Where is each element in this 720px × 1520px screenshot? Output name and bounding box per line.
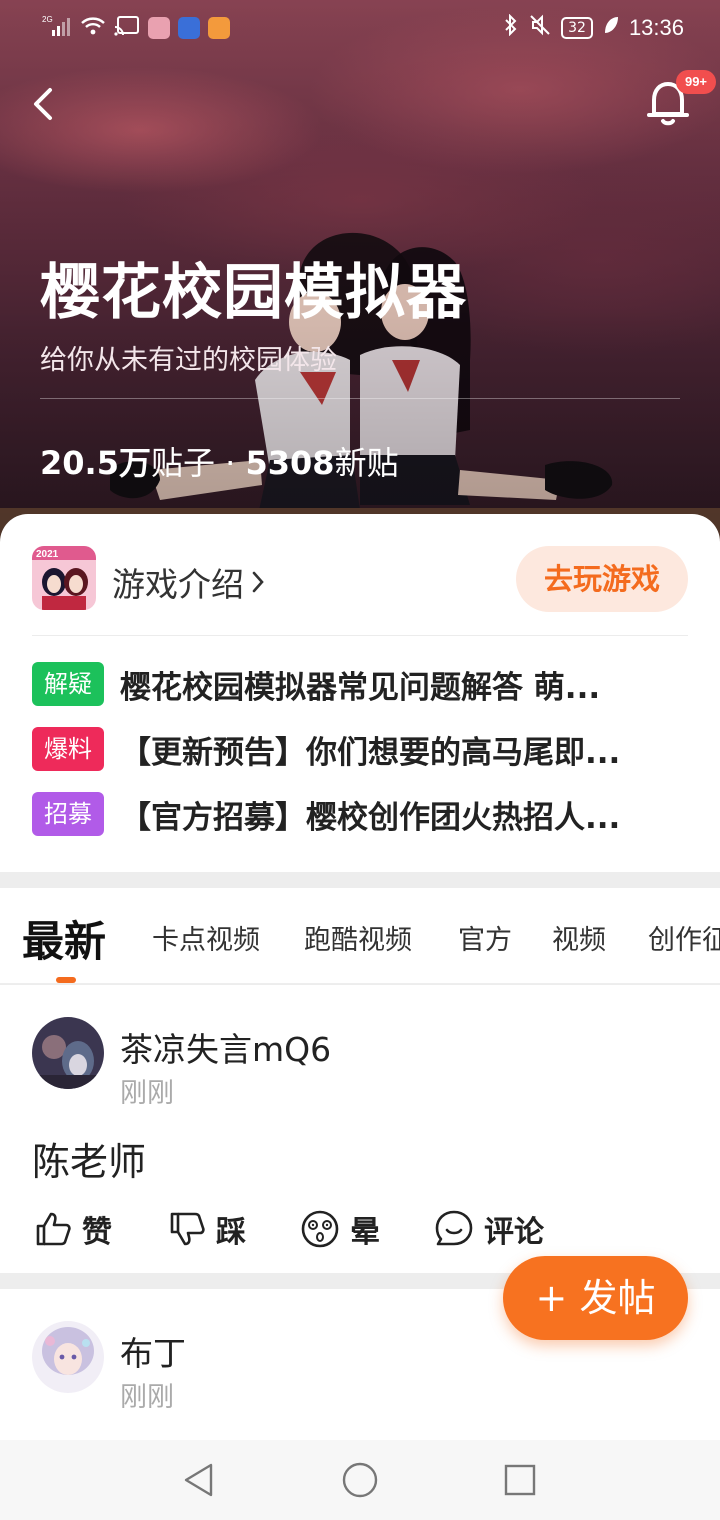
forum-stats: 20.5万贴子 · 5308新贴	[40, 438, 399, 484]
back-button[interactable]	[26, 82, 70, 126]
nav-back-button[interactable]	[180, 1460, 220, 1500]
forum-title: 樱花校园模拟器	[40, 258, 467, 328]
dislike-button[interactable]: 踩	[168, 1207, 246, 1251]
tab-latest[interactable]: 最新	[22, 908, 106, 969]
status-right: 32 13:36	[503, 13, 684, 41]
signal-icon: 2G	[42, 14, 72, 42]
notice-item[interactable]: 招募 【官方招募】樱校创作团火热招人...	[32, 792, 692, 836]
header-divider	[40, 398, 680, 399]
wifi-icon	[80, 15, 106, 41]
tab-parkour-videos[interactable]: 跑酷视频	[304, 918, 412, 957]
notification-badge: 99+	[676, 70, 716, 94]
mute-icon	[529, 14, 551, 41]
post-time: 刚刚	[120, 1382, 174, 1413]
new-posts-count: 5308	[245, 444, 335, 482]
post-username[interactable]: 茶凉失言mQ6	[120, 1023, 331, 1071]
post-content[interactable]: 陈老师	[32, 1131, 146, 1186]
post-card[interactable]: 茶凉失言mQ6 刚刚 陈老师 赞 踩 晕 评论	[0, 985, 720, 1273]
forum-subtitle: 给你从未有过的校园体验	[40, 345, 337, 376]
comment-button[interactable]: 评论	[434, 1207, 544, 1251]
nav-recents-button[interactable]	[500, 1460, 540, 1500]
clock: 13:36	[628, 14, 684, 40]
status-left: 2G	[42, 14, 230, 42]
notice-tag: 招募	[32, 792, 104, 836]
comment-icon	[435, 1210, 473, 1246]
dizzy-face-icon	[301, 1210, 339, 1248]
avatar[interactable]	[32, 1321, 104, 1393]
back-arrow-icon	[34, 88, 52, 120]
notice-tag: 解疑	[32, 662, 104, 706]
nav-home-button[interactable]	[340, 1460, 380, 1500]
dislike-label: 踩	[216, 1215, 246, 1250]
bluetooth-icon	[503, 13, 519, 41]
leaf-icon	[603, 15, 619, 40]
dizzy-label: 晕	[350, 1215, 380, 1250]
game-app-icon[interactable]: 2021	[32, 546, 96, 610]
notice-item[interactable]: 解疑 樱花校园模拟器常见问题解答 萌...	[32, 662, 692, 706]
tab-official[interactable]: 官方	[458, 918, 512, 957]
notice-title: 樱花校园模拟器常见问题解答 萌...	[120, 669, 601, 706]
game-intro-label: 游戏介绍	[112, 565, 244, 604]
notification-app-icon	[148, 17, 170, 39]
network-label: 2G	[42, 15, 53, 24]
system-navigation-bar	[0, 1440, 720, 1520]
video-app-icon	[208, 17, 230, 39]
posts-label: 贴子	[150, 444, 215, 482]
triangle-back-icon	[184, 1463, 213, 1497]
square-recents-icon	[504, 1464, 536, 1496]
category-tabs: 最新 卡点视频 跑酷视频 官方 视频 创作征	[0, 888, 720, 984]
like-label: 赞	[82, 1215, 112, 1250]
card-divider	[32, 635, 688, 636]
game-intro-link[interactable]: 游戏介绍	[112, 558, 266, 606]
comment-label: 评论	[484, 1215, 544, 1250]
play-game-button[interactable]: 去玩游戏	[516, 546, 688, 612]
avatar[interactable]	[32, 1017, 104, 1089]
stats-separator: ·	[214, 444, 246, 482]
tab-videos[interactable]: 视频	[552, 918, 606, 957]
battery-indicator: 32	[561, 16, 593, 39]
post-username[interactable]: 布丁	[120, 1327, 186, 1375]
post-time: 刚刚	[120, 1078, 174, 1109]
dizzy-button[interactable]: 晕	[300, 1207, 380, 1251]
like-button[interactable]: 赞	[34, 1207, 112, 1251]
notice-item[interactable]: 爆料 【更新预告】你们想要的高马尾即...	[32, 727, 692, 771]
active-tab-indicator	[56, 977, 76, 983]
circle-home-icon	[342, 1462, 378, 1498]
status-bar: 2G 32 13:36	[0, 0, 720, 56]
tab-beat-videos[interactable]: 卡点视频	[152, 918, 260, 957]
chevron-right-icon	[252, 571, 264, 593]
cast-icon	[114, 15, 140, 41]
new-posts-label: 新贴	[334, 444, 399, 482]
notice-tag: 爆料	[32, 727, 104, 771]
tab-creation[interactable]: 创作征	[648, 918, 720, 957]
new-post-button[interactable]: + 发帖	[503, 1256, 688, 1340]
posts-count: 20.5万	[40, 444, 151, 482]
game-info-card: 2021 游戏介绍 去玩游戏 解疑 樱花校园模拟器常见问题解答 萌... 爆料 …	[0, 514, 720, 872]
thumbs-up-icon	[36, 1212, 71, 1246]
notice-title: 【更新预告】你们想要的高马尾即...	[120, 734, 621, 771]
thumbs-down-icon	[170, 1212, 205, 1246]
notice-title: 【官方招募】樱校创作团火热招人...	[120, 799, 621, 836]
shield-app-icon	[178, 17, 200, 39]
game-icon-year: 2021	[36, 549, 59, 560]
